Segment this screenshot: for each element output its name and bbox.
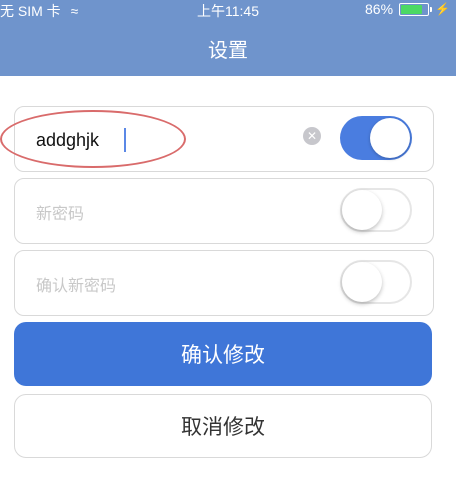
battery-icon — [399, 2, 433, 16]
cancel-change-label: 取消修改 — [181, 415, 265, 439]
toggle-knob — [342, 262, 382, 302]
charge-icon: ⚡ — [435, 2, 450, 16]
battery-percent: 86% — [365, 1, 394, 17]
status-bar: 无 SIM 卡 ≈ 上午11:45 86% ⚡ — [0, 0, 456, 20]
nav-bar: 设置 — [0, 20, 456, 76]
show-new-password-toggle[interactable] — [340, 188, 412, 232]
show-current-password-toggle[interactable] — [340, 116, 412, 160]
status-right: 86% ⚡ — [365, 1, 450, 17]
show-confirm-password-toggle[interactable] — [340, 260, 412, 304]
battery-tip — [430, 6, 433, 12]
clear-icon[interactable]: ✕ — [303, 127, 321, 145]
toggle-knob — [342, 190, 382, 230]
confirm-change-button[interactable]: 确认修改 — [14, 322, 432, 386]
confirm-password-input[interactable]: 确认新密码 — [36, 272, 116, 296]
new-password-input[interactable]: 新密码 — [36, 200, 84, 224]
battery-fill — [401, 4, 422, 14]
highlight-annotation — [0, 110, 186, 168]
cancel-change-button[interactable]: 取消修改 — [14, 394, 432, 458]
toggle-knob — [370, 118, 410, 158]
page-title: 设置 — [208, 37, 248, 62]
confirm-change-label: 确认修改 — [181, 343, 265, 367]
